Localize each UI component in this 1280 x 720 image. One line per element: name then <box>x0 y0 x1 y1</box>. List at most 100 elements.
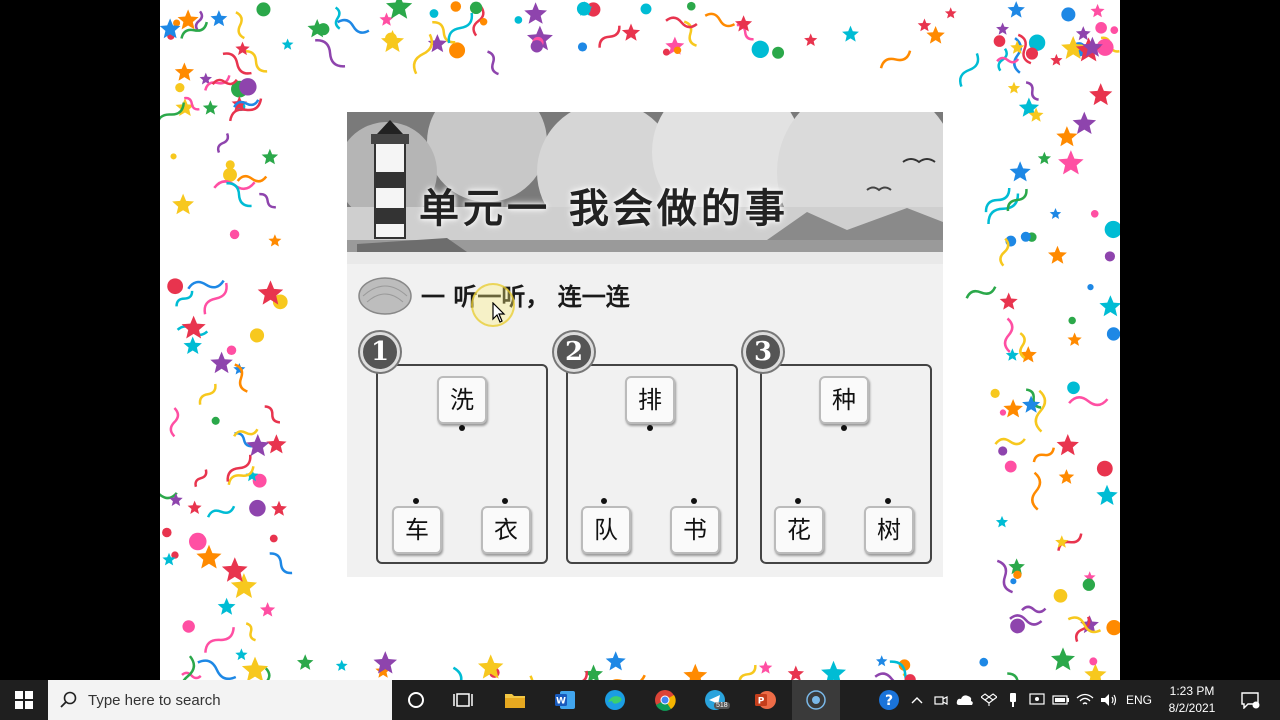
char-top-3[interactable]: 种 <box>819 376 869 424</box>
confetti-piece <box>917 18 932 32</box>
char-bottom-left-3[interactable]: 花 <box>774 506 824 554</box>
confetti-piece <box>249 499 266 517</box>
usb-tray[interactable] <box>1002 680 1024 720</box>
confetti-piece <box>999 237 1010 267</box>
confetti-piece <box>229 229 240 240</box>
char-top-2[interactable]: 排 <box>625 376 675 424</box>
connect-dot[interactable] <box>647 425 653 431</box>
help-tray-button[interactable]: ? <box>876 680 902 720</box>
volume-tray[interactable] <box>1098 680 1120 720</box>
confetti-piece <box>244 50 268 73</box>
confetti-piece <box>217 597 236 615</box>
battery-tray[interactable] <box>1050 680 1072 720</box>
connect-dot[interactable] <box>413 498 419 504</box>
char-bottom-right-3[interactable]: 树 <box>864 506 914 554</box>
dropbox-tray[interactable] <box>978 680 1000 720</box>
task-view-button[interactable] <box>443 680 483 720</box>
connect-dot[interactable] <box>502 498 508 504</box>
confetti-piece <box>241 656 269 680</box>
clock[interactable]: 1:23 PM 8/2/2021 <box>1160 683 1224 717</box>
confetti-piece <box>452 666 465 680</box>
char-bottom-left-2[interactable]: 队 <box>581 506 631 554</box>
screen-tray[interactable] <box>1026 680 1048 720</box>
connect-dot[interactable] <box>601 498 607 504</box>
powerpoint-button[interactable]: P <box>744 680 786 720</box>
confetti-piece <box>1106 327 1120 341</box>
confetti-piece <box>1022 395 1041 413</box>
confetti-piece <box>1010 578 1017 585</box>
confetti-piece <box>1025 47 1039 60</box>
search-icon <box>60 691 77 708</box>
confetti-piece <box>261 148 279 165</box>
char-bottom-left-1[interactable]: 车 <box>392 506 442 554</box>
confetti-piece <box>187 279 225 290</box>
connect-dot[interactable] <box>691 498 697 504</box>
confetti-piece <box>772 46 785 59</box>
char-top-1[interactable]: 洗 <box>437 376 487 424</box>
confetti-piece <box>577 42 588 52</box>
confetti-piece <box>379 12 394 26</box>
file-explorer-button[interactable] <box>494 680 536 720</box>
chrome-button[interactable] <box>644 680 686 720</box>
confetti-piece <box>996 22 1009 35</box>
connect-dot[interactable] <box>795 498 801 504</box>
confetti-piece <box>1082 578 1096 591</box>
confetti-piece <box>337 18 370 34</box>
confetti-piece <box>260 602 276 617</box>
confetti-piece <box>1051 647 1075 671</box>
confetti-piece <box>704 12 736 28</box>
start-button[interactable] <box>0 680 48 720</box>
confetti-piece <box>1056 126 1078 147</box>
edge-button[interactable] <box>594 680 636 720</box>
confetti-piece <box>965 286 997 299</box>
confetti-piece <box>204 627 235 653</box>
confetti-piece <box>994 437 1026 446</box>
connect-dot[interactable] <box>459 425 465 431</box>
confetti-piece <box>999 292 1018 310</box>
meet-now-tray[interactable] <box>930 680 952 720</box>
confetti-piece <box>1031 471 1042 511</box>
clock-date: 8/2/2021 <box>1168 701 1216 715</box>
confetti-piece <box>226 182 252 208</box>
confetti-piece <box>665 16 698 29</box>
wifi-tray[interactable] <box>1074 680 1096 720</box>
confetti-piece <box>524 2 547 24</box>
confetti-piece <box>1061 7 1076 22</box>
confetti-piece <box>210 10 228 27</box>
char-bottom-right-1[interactable]: 衣 <box>481 506 531 554</box>
confetti-piece <box>206 505 236 518</box>
search-box[interactable]: Type here to search <box>48 680 392 720</box>
language-indicator[interactable]: ENG <box>1122 680 1156 720</box>
confetti-piece <box>256 2 271 17</box>
confetti-piece <box>183 336 202 354</box>
confetti-piece <box>469 1 483 15</box>
confetti-piece <box>188 532 207 551</box>
confetti-piece <box>281 38 294 50</box>
show-hidden-icons-button[interactable] <box>906 680 928 720</box>
edge-icon <box>605 690 625 710</box>
confetti-piece <box>479 18 488 26</box>
confetti-piece <box>1096 484 1118 505</box>
cortana-button[interactable] <box>396 680 436 720</box>
char-bottom-right-2[interactable]: 书 <box>670 506 720 554</box>
confetti-piece <box>1010 618 1025 634</box>
confetti-piece <box>926 26 945 44</box>
onedrive-tray[interactable] <box>954 680 976 720</box>
folder-icon <box>505 694 525 708</box>
telegram-button[interactable]: 518 <box>694 680 736 720</box>
action-center-button[interactable] <box>1232 680 1268 720</box>
connect-dot[interactable] <box>841 425 847 431</box>
confetti-piece <box>1058 150 1084 175</box>
word-button[interactable]: W <box>544 680 586 720</box>
screen-recorder-button[interactable] <box>792 680 840 720</box>
confetti-piece <box>249 328 265 343</box>
connect-dot[interactable] <box>885 498 891 504</box>
confetti-piece <box>170 153 177 160</box>
confetti-piece <box>268 234 282 247</box>
confetti-piece <box>1048 245 1067 264</box>
confetti-piece <box>1095 21 1107 34</box>
svg-text:?: ? <box>885 693 893 709</box>
svg-text:W: W <box>556 697 566 707</box>
confetti-piece <box>998 446 1008 456</box>
confetti-piece <box>235 11 245 40</box>
